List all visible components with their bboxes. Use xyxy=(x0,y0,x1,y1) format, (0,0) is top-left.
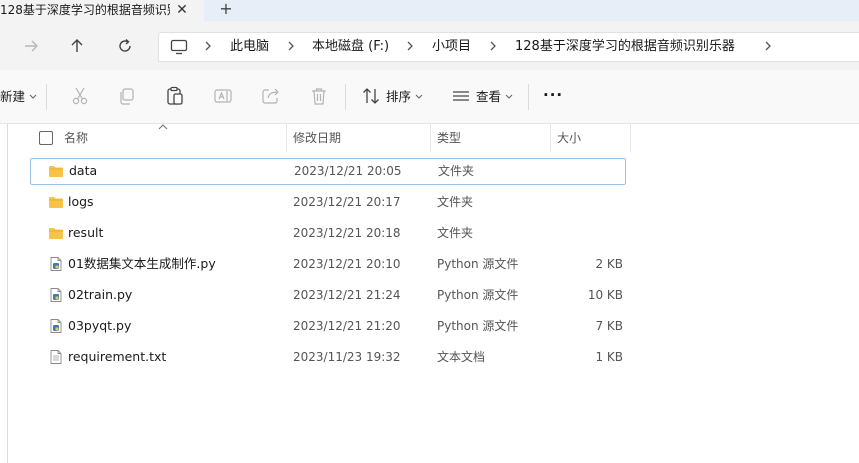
file-date: 2023/12/21 20:18 xyxy=(293,226,401,240)
chevron-right-icon[interactable] xyxy=(286,38,296,54)
cut-icon[interactable] xyxy=(69,85,91,107)
command-toolbar: 新建 排序 查看 ··· xyxy=(0,70,859,124)
column-header: 名称 修改日期 类型 大小 xyxy=(0,124,859,152)
file-size: 7 KB xyxy=(595,319,623,333)
file-size: 1 KB xyxy=(595,350,623,364)
file-name: data xyxy=(69,163,98,178)
file-size: 10 KB xyxy=(587,288,623,302)
breadcrumb-this-pc[interactable]: 此电脑 xyxy=(230,39,269,55)
column-divider[interactable] xyxy=(430,124,431,152)
chevron-down-icon xyxy=(505,94,513,99)
file-name: result xyxy=(68,225,104,240)
toolbar-divider xyxy=(46,84,47,110)
file-date: 2023/12/21 20:05 xyxy=(294,164,402,178)
folder-icon xyxy=(49,166,63,177)
file-name: logs xyxy=(68,194,94,209)
column-divider[interactable] xyxy=(550,124,551,152)
chevron-down-icon xyxy=(29,94,37,99)
file-date: 2023/11/23 19:32 xyxy=(293,350,401,364)
column-date[interactable]: 修改日期 xyxy=(293,130,341,146)
sort-icon[interactable] xyxy=(360,85,382,107)
file-name: requirement.txt xyxy=(68,349,167,364)
select-all-checkbox[interactable] xyxy=(39,131,53,145)
toolbar-divider xyxy=(345,84,346,110)
folder-icon xyxy=(49,197,63,208)
new-tab-button[interactable]: + xyxy=(217,0,235,19)
text-file-icon xyxy=(50,350,62,364)
file-row-py-01[interactable]: 01数据集文本生成制作.py 2023/12/21 20:10 Python 源… xyxy=(30,251,626,278)
file-row-py-02[interactable]: 02train.py 2023/12/21 21:24 Python 源文件 1… xyxy=(30,282,626,309)
tab-current-folder[interactable]: 128基于深度学习的根据音频识别乐器 ✕ xyxy=(0,0,204,21)
address-bar[interactable]: 此电脑 本地磁盘 (F:) 小项目 128基于深度学习的根据音频识别乐器 xyxy=(158,32,859,62)
more-options-button[interactable]: ··· xyxy=(543,87,563,103)
sort-ascending-caret-icon xyxy=(158,124,168,130)
file-type: 文件夹 xyxy=(438,164,475,178)
column-size[interactable]: 大小 xyxy=(557,130,581,146)
column-type[interactable]: 类型 xyxy=(437,130,461,146)
file-row-result[interactable]: result 2023/12/21 20:18 文件夹 xyxy=(30,220,626,247)
view-button[interactable]: 查看 xyxy=(476,89,501,105)
file-row-py-03[interactable]: 03pyqt.py 2023/12/21 21:20 Python 源文件 7 … xyxy=(30,313,626,340)
navigation-bar: 此电脑 本地磁盘 (F:) 小项目 128基于深度学习的根据音频识别乐器 xyxy=(0,21,859,70)
file-date: 2023/12/21 20:17 xyxy=(293,195,401,209)
tab-title: 128基于深度学习的根据音频识别乐器 xyxy=(0,3,170,17)
file-date: 2023/12/21 20:10 xyxy=(293,257,401,271)
paste-icon[interactable] xyxy=(164,85,186,107)
python-file-icon xyxy=(50,319,62,333)
share-icon[interactable] xyxy=(260,85,282,107)
chevron-right-icon[interactable] xyxy=(405,38,415,54)
file-row-data[interactable]: data 2023/12/21 20:05 文件夹 xyxy=(30,158,626,185)
file-type: 文件夹 xyxy=(437,226,474,240)
new-button[interactable]: 新建 xyxy=(0,89,25,105)
chevron-right-icon[interactable] xyxy=(488,38,498,54)
up-arrow-icon[interactable] xyxy=(66,35,88,57)
computer-icon xyxy=(170,39,188,55)
toolbar-divider xyxy=(528,84,529,110)
file-type: Python 源文件 xyxy=(437,288,519,302)
rename-icon[interactable] xyxy=(212,85,234,107)
chevron-right-icon[interactable] xyxy=(763,38,773,54)
folder-icon xyxy=(49,228,63,239)
file-type: 文件夹 xyxy=(437,195,474,209)
chevron-down-icon xyxy=(415,94,423,99)
refresh-icon[interactable] xyxy=(114,35,136,57)
breadcrumb-local-disk[interactable]: 本地磁盘 (F:) xyxy=(312,39,389,55)
column-name[interactable]: 名称 xyxy=(64,130,88,146)
delete-icon[interactable] xyxy=(308,85,330,107)
breadcrumb-current-folder[interactable]: 128基于深度学习的根据音频识别乐器 xyxy=(515,39,735,55)
view-icon[interactable] xyxy=(450,85,472,107)
file-type: 文本文档 xyxy=(437,350,486,364)
breadcrumb-small-projects[interactable]: 小项目 xyxy=(432,39,471,55)
chevron-right-icon[interactable] xyxy=(203,38,213,54)
file-row-logs[interactable]: logs 2023/12/21 20:17 文件夹 xyxy=(30,189,626,216)
copy-icon[interactable] xyxy=(116,85,138,107)
column-divider[interactable] xyxy=(286,124,287,152)
file-name: 03pyqt.py xyxy=(68,318,132,333)
file-date: 2023/12/21 21:20 xyxy=(293,319,401,333)
file-size: 2 KB xyxy=(595,257,623,271)
close-icon[interactable]: ✕ xyxy=(174,1,190,19)
file-type: Python 源文件 xyxy=(437,319,519,333)
column-divider[interactable] xyxy=(630,124,631,152)
file-name: 02train.py xyxy=(68,287,133,302)
python-file-icon xyxy=(50,288,62,302)
sort-button[interactable]: 排序 xyxy=(386,89,411,105)
file-type: Python 源文件 xyxy=(437,257,519,271)
forward-arrow-icon[interactable] xyxy=(20,35,42,57)
navigation-pane-border xyxy=(7,124,8,463)
python-file-icon xyxy=(50,257,62,271)
file-date: 2023/12/21 21:24 xyxy=(293,288,401,302)
file-name: 01数据集文本生成制作.py xyxy=(68,256,216,271)
tab-strip: 128基于深度学习的根据音频识别乐器 ✕ + xyxy=(0,0,859,21)
file-row-txt[interactable]: requirement.txt 2023/11/23 19:32 文本文档 1 … xyxy=(30,344,626,371)
